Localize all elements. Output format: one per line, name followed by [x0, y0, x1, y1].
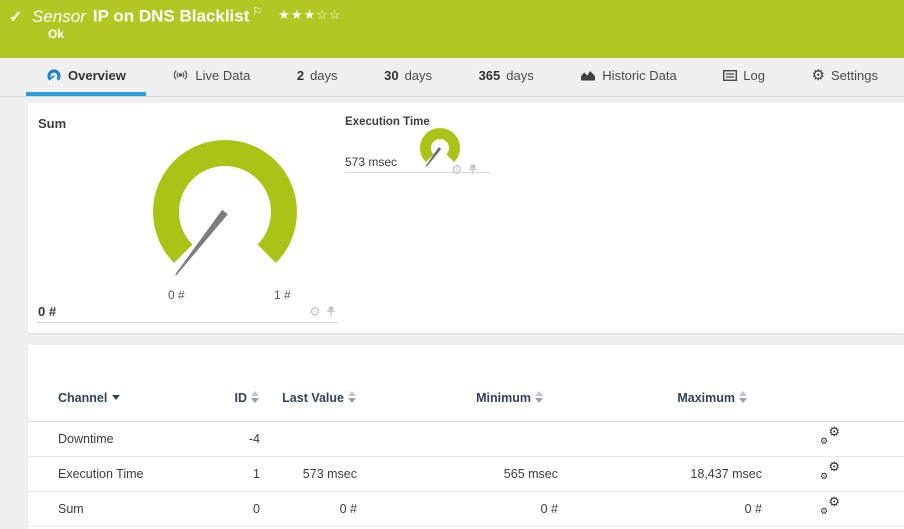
- channel-last-value: [260, 421, 357, 457]
- channel-id: 1: [218, 456, 260, 492]
- tab-number: 365: [478, 67, 501, 83]
- table-row-downtime[interactable]: Downtime -4 ⚙ ⚙: [28, 421, 904, 457]
- tab-log[interactable]: Log: [703, 58, 785, 96]
- gauge-icon: [47, 68, 61, 81]
- table-row-sum[interactable]: Sum 0 0 # 0 # 0 # ⚙ ⚙: [28, 491, 904, 527]
- tab-bar: Overview Live Data 2 days 30 days 365 da…: [0, 58, 904, 97]
- channel-name[interactable]: Downtime: [28, 421, 218, 457]
- column-label: Maximum: [677, 391, 735, 405]
- tab-label: Overview: [68, 67, 126, 83]
- column-header-last-value[interactable]: Last Value: [260, 375, 357, 422]
- pin-icon[interactable]: [326, 306, 336, 317]
- tab-label: days: [506, 67, 534, 83]
- sort-desc-icon: [112, 395, 121, 400]
- sum-gauge-max-label: 1 #: [274, 288, 291, 302]
- channel-name[interactable]: Sum: [28, 491, 218, 527]
- table-row-execution-time[interactable]: Execution Time 1 573 msec 565 msec 18,43…: [28, 456, 904, 492]
- divider: [36, 322, 338, 323]
- stars-filled: ★★★: [278, 6, 317, 22]
- channel-maximum: [558, 421, 762, 457]
- gear-icon[interactable]: ⚙: [451, 163, 463, 176]
- channel-last-value: 573 msec: [260, 456, 357, 492]
- channel-id: -4: [218, 421, 260, 457]
- tab-2-days[interactable]: 2 days: [277, 58, 358, 96]
- column-label: ID: [234, 391, 248, 405]
- column-label: Minimum: [476, 391, 531, 405]
- channel-settings-icon[interactable]: ⚙ ⚙: [820, 495, 840, 516]
- gauges-panel: Sum 0 # 1 # 0 # ⚙ Execution Time 573 mse…: [28, 103, 904, 333]
- column-label: Last Value: [282, 391, 344, 405]
- sort-icon: [535, 391, 544, 403]
- live-signal-icon: [174, 70, 188, 80]
- stars-empty: ☆☆: [316, 6, 342, 22]
- channel-maximum: 18,437 msec: [558, 456, 762, 492]
- tab-label: Historic Data: [602, 67, 677, 83]
- object-type-label: Sensor: [32, 6, 86, 26]
- column-header-actions: [762, 375, 904, 422]
- tab-label: Settings: [830, 67, 878, 83]
- tab-settings[interactable]: ⚙ Settings: [792, 58, 898, 96]
- table-header-row: Channel ID Last Value Minimum Maximum: [28, 375, 904, 422]
- log-list-icon: [723, 69, 738, 81]
- sum-current-value: 0 #: [38, 304, 57, 319]
- column-label: Channel: [58, 391, 108, 405]
- channel-settings-icon[interactable]: ⚙ ⚙: [820, 460, 840, 481]
- column-header-channel[interactable]: Channel: [28, 375, 218, 422]
- sensor-status-text: Ok: [48, 27, 65, 41]
- channel-minimum: [357, 421, 558, 457]
- tab-overview[interactable]: Overview: [26, 58, 146, 96]
- sensor-title: IP on DNS Blacklist: [92, 6, 250, 26]
- tab-historic-data[interactable]: Historic Data: [560, 58, 696, 96]
- column-header-minimum[interactable]: Minimum: [357, 375, 558, 422]
- column-header-id[interactable]: ID: [218, 375, 260, 422]
- status-ok-check-icon: ✓: [9, 9, 23, 26]
- tab-label: days: [404, 67, 433, 83]
- priority-stars[interactable]: ★★★☆☆: [278, 7, 341, 22]
- sort-icon: [348, 391, 357, 403]
- channel-name[interactable]: Execution Time: [28, 456, 218, 492]
- gear-icon: ⚙: [811, 66, 825, 84]
- tab-number: 2: [296, 67, 305, 83]
- channels-panel: Channel ID Last Value Minimum Maximum Do…: [28, 345, 904, 529]
- tab-label: Live Data: [195, 67, 251, 83]
- execution-time-current-value: 573 msec: [345, 155, 398, 169]
- sum-widget-actions: ⚙: [309, 305, 336, 318]
- tab-365-days[interactable]: 365 days: [459, 58, 554, 96]
- channel-minimum: 0 #: [357, 491, 558, 527]
- tab-number: 30: [384, 67, 399, 83]
- sort-icon: [251, 391, 260, 403]
- tab-30-days[interactable]: 30 days: [364, 58, 452, 96]
- gear-icon[interactable]: ⚙: [309, 305, 321, 318]
- channel-settings-icon[interactable]: ⚙ ⚙: [820, 425, 840, 446]
- channel-table: Channel ID Last Value Minimum Maximum Do…: [28, 375, 904, 527]
- channel-last-value: 0 #: [260, 491, 357, 527]
- channel-id: 0: [218, 491, 260, 527]
- sum-gauge-min-label: 0 #: [168, 288, 185, 302]
- channel-minimum: 565 msec: [357, 456, 558, 492]
- area-chart-icon: [581, 71, 596, 81]
- sum-gauge-title: Sum: [38, 116, 67, 131]
- sensor-header: ✓ Sensor IP on DNS Blacklist ⚐ ★★★☆☆ Ok: [0, 0, 904, 58]
- sum-gauge: [153, 139, 297, 276]
- flag-icon[interactable]: ⚐: [252, 6, 262, 18]
- tab-live-data[interactable]: Live Data: [152, 58, 270, 96]
- channel-maximum: 0 #: [558, 491, 762, 527]
- tab-label: days: [310, 67, 338, 83]
- column-header-maximum[interactable]: Maximum: [558, 375, 762, 422]
- tab-label: Log: [743, 67, 765, 83]
- execution-time-widget-actions: ⚙: [451, 163, 478, 176]
- pin-icon[interactable]: [468, 164, 478, 175]
- sort-icon: [739, 391, 748, 403]
